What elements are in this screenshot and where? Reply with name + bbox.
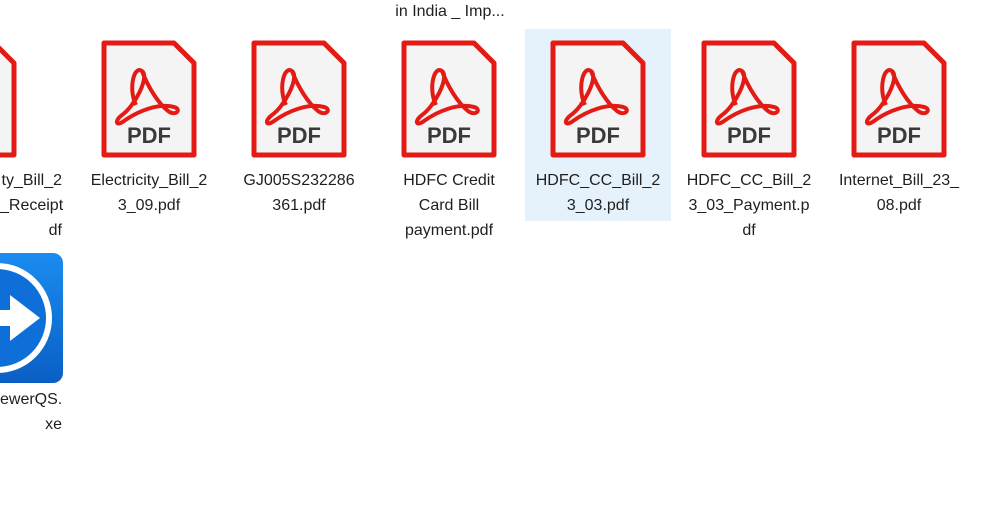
file-item-electricity-bill-23-09[interactable]: PDF Electricity_Bill_2 3_09.pdf — [76, 29, 222, 221]
file-item-hdfc-credit-card-bill-payment[interactable]: PDF HDFC Credit Card Bill payment.pdf — [376, 29, 522, 239]
svg-text:PDF: PDF — [127, 123, 171, 148]
svg-text:PDF: PDF — [727, 123, 771, 148]
file-name-utility-bill-receipt: ty_Bill_2 _Receipt df — [0, 172, 64, 239]
file-item-gj005s232286361[interactable]: PDF GJ005S232286 361.pdf — [226, 29, 372, 221]
pdf-file-icon: PDF — [851, 40, 947, 158]
pdf-file-icon: PDF — [550, 40, 646, 158]
pdf-file-icon: PDF — [701, 40, 797, 158]
svg-text:PDF: PDF — [576, 123, 620, 148]
file-name-label: Electricity_Bill_2 3_09.pdf — [90, 172, 208, 214]
file-name-partial-top[interactable]: in India _ Imp... — [375, 0, 525, 24]
pdf-file-icon: PDF — [101, 40, 197, 158]
file-name-label: HDFC_CC_Bill_2 3_03_Payment.p df — [686, 172, 812, 239]
file-item-hdfc-cc-bill-23-03[interactable]: PDF HDFC_CC_Bill_2 3_03.pdf — [525, 29, 671, 221]
svg-text:PDF: PDF — [877, 123, 921, 148]
pdf-file-icon: PDF — [0, 45, 17, 158]
file-name-label: GJ005S232286 361.pdf — [243, 172, 355, 214]
file-name-label: HDFC_CC_Bill_2 3_03.pdf — [535, 172, 661, 214]
file-name-label: HDFC Credit Card Bill payment.pdf — [403, 172, 495, 239]
file-name-teamviewer-qs: ewerQS. xe — [0, 391, 63, 433]
pdf-file-icon: PDF — [251, 40, 347, 158]
file-item-hdfc-cc-bill-23-03-payment[interactable]: PDF HDFC_CC_Bill_2 3_03_Payment.p df — [676, 29, 822, 239]
file-explorer-icon-view: in India _ Imp... PDF ty_Bill_2 _Receipt… — [0, 0, 985, 522]
file-name-label: Internet_Bill_23_ 08.pdf — [838, 172, 960, 214]
file-item-internet-bill-23-08[interactable]: PDF Internet_Bill_23_ 08.pdf — [826, 29, 972, 221]
pdf-file-icon: PDF — [401, 40, 497, 158]
svg-text:PDF: PDF — [427, 123, 471, 148]
svg-text:PDF: PDF — [277, 123, 321, 148]
teamviewer-icon[interactable] — [0, 251, 65, 385]
